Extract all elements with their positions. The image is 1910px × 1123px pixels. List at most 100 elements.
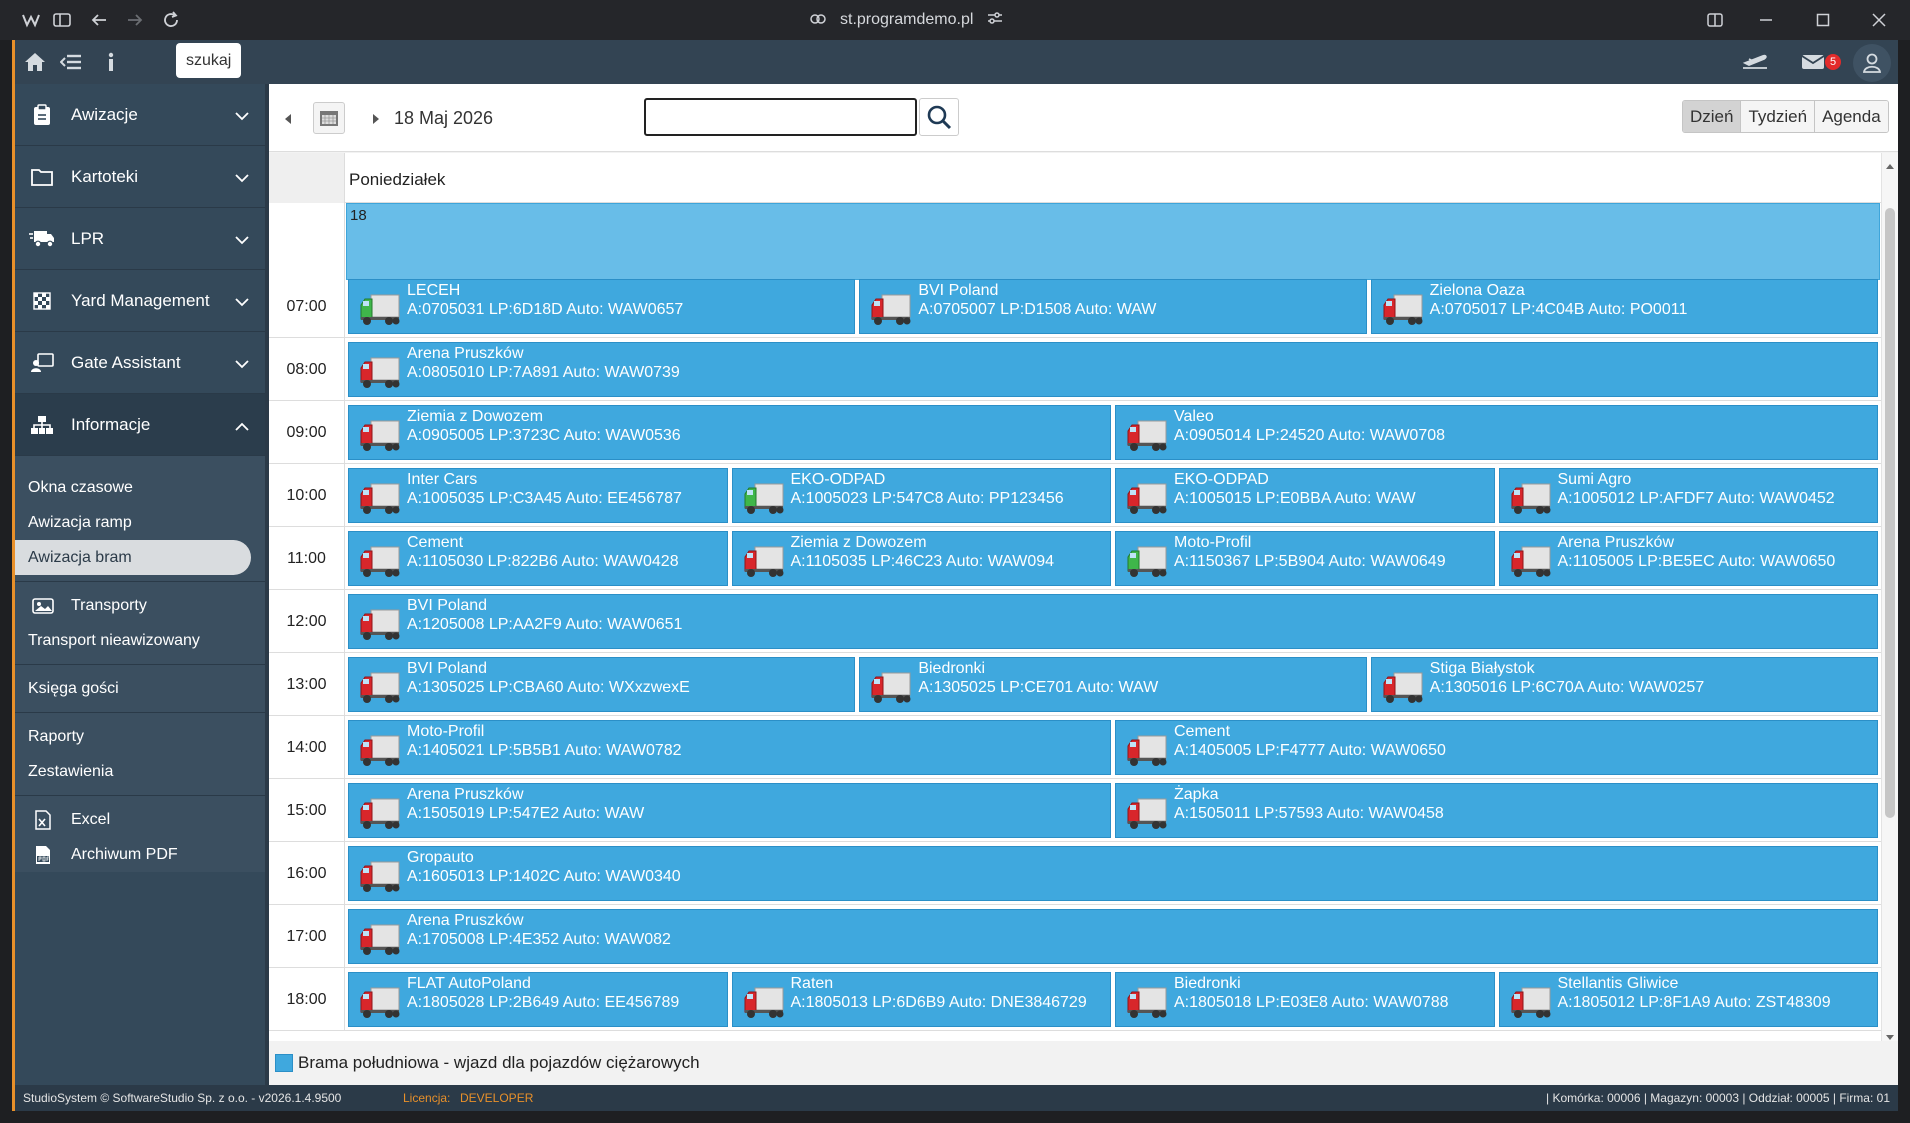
event-details: A:0705017 LP:4C04B Auto: PO0011	[1429, 301, 1688, 318]
event-card[interactable]: Arena Pruszków A:0805010 LP:7A891 Auto: W…	[348, 342, 1878, 397]
submenu-zestawienia[interactable]: Zestawienia	[15, 754, 265, 789]
event-card[interactable]: Gropauto A:1605013 LP:1402C Auto: WAW0340	[348, 846, 1878, 901]
mail-icon[interactable]	[1799, 48, 1827, 76]
event-company: Stiga Białystok	[1429, 660, 1535, 677]
close-icon[interactable]	[1864, 6, 1894, 34]
forward-icon[interactable]	[120, 6, 150, 34]
event-card[interactable]: Valeo A:0905014 LP:24520 Auto: WAW0708	[1115, 405, 1878, 460]
event-card[interactable]: EKO-ODPAD A:1005023 LP:547C8 Auto: PP1234…	[731, 468, 1111, 523]
submenu-excel[interactable]: Excel	[15, 802, 265, 837]
event-card[interactable]: EKO-ODPAD A:1005015 LP:E0BBA Auto: WAW	[1115, 468, 1495, 523]
submenu-transport-nieawizowany[interactable]: Transport nieawizowany	[15, 623, 265, 658]
user-avatar-icon[interactable]	[1853, 44, 1891, 82]
hour-row: 10:00 Inter Cars A:1005035 LP:C3A45 Auto: …	[269, 464, 1881, 527]
truck-red-icon	[1126, 417, 1168, 453]
event-card[interactable]: Zielona Oaza A:0705017 LP:4C04B Auto: PO0…	[1370, 279, 1878, 334]
hour-row: 18:00 FLAT AutoPoland A:1805028 LP:2B649 A…	[269, 968, 1881, 1031]
event-card[interactable]: Żapka A:1505011 LP:57593 Auto: WAW0458	[1115, 783, 1878, 838]
info-icon[interactable]	[97, 48, 125, 76]
address-bar[interactable]: st.programdemo.pl	[810, 8, 1003, 32]
view-switcher: Dzień Tydzień Agenda	[1682, 100, 1889, 133]
menu-collapse-icon[interactable]	[57, 48, 85, 76]
site-settings-icon[interactable]	[987, 11, 1003, 30]
sidebar-toggle-icon[interactable]	[47, 6, 77, 34]
event-card[interactable]: Stellantis Gliwice A:1805012 LP:8F1A9 Aut…	[1498, 972, 1878, 1027]
event-card[interactable]: Cement A:1405005 LP:F4777 Auto: WAW0650	[1115, 720, 1878, 775]
search-input[interactable]	[644, 98, 917, 136]
search-tag[interactable]: szukaj	[176, 43, 242, 78]
event-card[interactable]: Biedronki A:1305025 LP:CE701 Auto: WAW	[859, 657, 1367, 712]
view-agenda-button[interactable]: Agenda	[1815, 101, 1888, 132]
back-icon[interactable]	[84, 6, 114, 34]
event-details: A:0705031 LP:6D18D Auto: WAW0657	[407, 301, 684, 318]
scrollbar-thumb[interactable]	[1885, 208, 1895, 818]
truck-red-icon	[1510, 984, 1552, 1020]
view-day-button[interactable]: Dzień	[1683, 101, 1742, 132]
event-card[interactable]: Sumi Agro A:1005012 LP:AFDF7 Auto: WAW045…	[1498, 468, 1878, 523]
maximize-icon[interactable]	[1808, 6, 1838, 34]
event-card[interactable]: Arena Pruszków A:1105005 LP:BE5EC Auto: W…	[1498, 531, 1878, 586]
event-company: BVI Poland	[407, 660, 488, 677]
event-card[interactable]: BVI Poland A:1305025 LP:CBA60 Auto: WXxzw…	[348, 657, 856, 712]
truck-red-icon	[359, 984, 401, 1020]
event-card[interactable]: Ziemia z Dowozem A:1105035 LP:46C23 Auto:…	[731, 531, 1111, 586]
menu-lpr[interactable]: LPR	[15, 208, 265, 270]
hour-label: 17:00	[269, 905, 345, 968]
truck-red-icon	[359, 606, 401, 642]
hour-label: 13:00	[269, 653, 345, 716]
scroll-up-icon[interactable]	[1885, 157, 1895, 175]
submenu-ksiega-gosci[interactable]: Księga gości	[15, 671, 265, 706]
event-card[interactable]: Raten A:1805013 LP:6D6B9 Auto: DNE3846729	[731, 972, 1111, 1027]
event-card[interactable]: Arena Pruszków A:1505019 LP:547E2 Auto: W…	[348, 783, 1111, 838]
event-details: A:1805012 LP:8F1A9 Auto: ZST48309	[1557, 994, 1831, 1011]
submenu-okna-czasowe[interactable]: Okna czasowe	[15, 470, 265, 505]
chevron-down-icon	[235, 168, 249, 188]
menu-awizacje[interactable]: Awizacje	[15, 84, 265, 146]
event-card[interactable]: Cement A:1105030 LP:822B6 Auto: WAW0428	[348, 531, 728, 586]
calendar-icon[interactable]	[313, 102, 345, 134]
truck-red-icon	[359, 795, 401, 831]
all-day-cell[interactable]: 18	[346, 203, 1880, 280]
license-value: DEVELOPER	[460, 1091, 534, 1105]
submenu-archiwum-pdf[interactable]: Archiwum PDF	[15, 837, 265, 872]
prev-arrow-icon[interactable]	[283, 112, 293, 124]
day-header: Poniedziałek	[269, 153, 1881, 203]
submenu-awizacja-ramp[interactable]: Awizacja ramp	[15, 505, 265, 540]
submenu-transporty[interactable]: Transporty	[15, 588, 265, 623]
submenu-label: Transporty	[71, 597, 147, 614]
all-day-row: 18	[269, 203, 1881, 280]
split-view-icon[interactable]	[1700, 6, 1730, 34]
legend-label: Brama południowa - wjazd dla pojazdów ci…	[298, 1053, 700, 1072]
event-details: A:1305025 LP:CE701 Auto: WAW	[918, 679, 1159, 696]
minimize-icon[interactable]	[1751, 6, 1781, 34]
calendar-scrollbar[interactable]	[1881, 153, 1898, 1041]
next-arrow-icon[interactable]	[371, 112, 381, 124]
menu-yard-management[interactable]: Yard Management	[15, 270, 265, 332]
menu-label: Kartoteki	[71, 166, 139, 186]
plane-departure-icon[interactable]	[1741, 48, 1769, 76]
browser-logo-icon[interactable]	[16, 6, 46, 34]
event-card[interactable]: Stiga Białystok A:1305016 LP:6C70A Auto: …	[1370, 657, 1878, 712]
menu-kartoteki[interactable]: Kartoteki	[15, 146, 265, 208]
event-card[interactable]: LECEH A:0705031 LP:6D18D Auto: WAW0657	[348, 279, 856, 334]
event-card[interactable]: Moto-Profil A:1150367 LP:5B904 Auto: WAW0…	[1115, 531, 1495, 586]
event-card[interactable]: Biedronki A:1805018 LP:E03E8 Auto: WAW078…	[1115, 972, 1495, 1027]
event-card[interactable]: FLAT AutoPoland A:1805028 LP:2B649 Auto: …	[348, 972, 728, 1027]
menu-gate-assistant[interactable]: Gate Assistant	[15, 332, 265, 394]
event-card[interactable]: BVI Poland A:0705007 LP:D1508 Auto: WAW	[859, 279, 1367, 334]
event-card[interactable]: Moto-Profil A:1405021 LP:5B5B1 Auto: WAW0…	[348, 720, 1111, 775]
search-icon[interactable]	[919, 98, 959, 136]
submenu-awizacja-bram[interactable]: Awizacja bram	[15, 540, 251, 575]
event-card[interactable]: Inter Cars A:1005035 LP:C3A45 Auto: EE456…	[348, 468, 728, 523]
home-icon[interactable]	[21, 48, 49, 76]
submenu-raporty[interactable]: Raporty	[15, 719, 265, 754]
day-number: 18	[350, 207, 367, 224]
event-card[interactable]: BVI Poland A:1205008 LP:AA2F9 Auto: WAW06…	[348, 594, 1878, 649]
copyright-text: StudioSystem © SoftwareStudio Sp. z o.o.…	[23, 1091, 342, 1105]
reload-icon[interactable]	[156, 6, 186, 34]
view-week-button[interactable]: Tydzień	[1741, 101, 1816, 132]
hour-row: 12:00 BVI Poland A:1205008 LP:AA2F9 Auto: …	[269, 590, 1881, 653]
event-card[interactable]: Arena Pruszków A:1705008 LP:4E352 Auto: W…	[348, 909, 1878, 964]
event-card[interactable]: Ziemia z Dowozem A:0905005 LP:3723C Auto:…	[348, 405, 1111, 460]
menu-informacje[interactable]: Informacje	[15, 394, 265, 456]
